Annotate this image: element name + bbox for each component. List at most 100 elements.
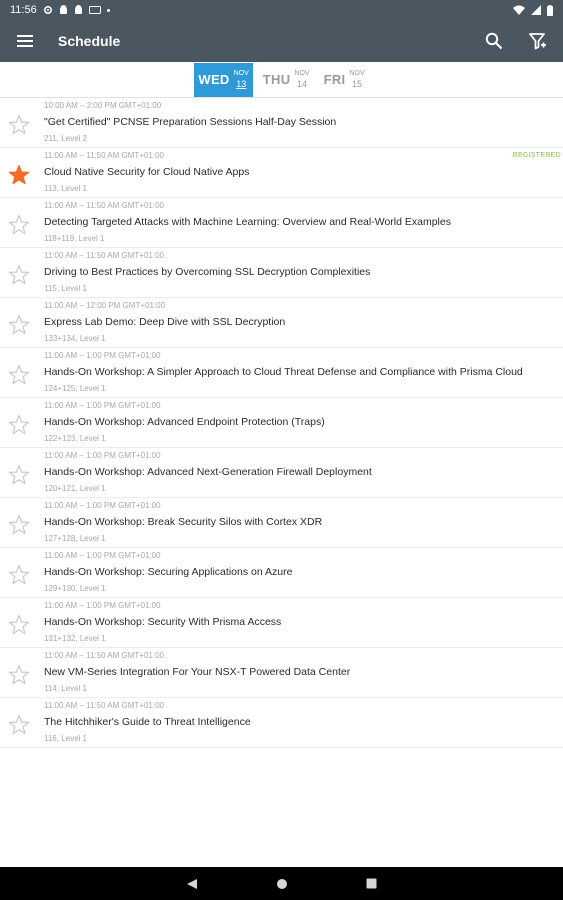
session-row[interactable]: 11:00 AM – 11:50 AM GMT+01:00 The Hitchhi… xyxy=(0,698,563,748)
session-row[interactable]: 11:00 AM – 1:00 PM GMT+01:00 Hands-On Wor… xyxy=(0,398,563,448)
session-title: Driving to Best Practices by Overcoming … xyxy=(44,266,371,278)
session-room: 122+123, Level 1 xyxy=(44,434,106,443)
session-row[interactable]: 10:00 AM – 2:00 PM GMT+01:00 "Get Certifi… xyxy=(0,98,563,148)
day-number: 15 xyxy=(352,79,363,89)
session-room: 124+125, Level 1 xyxy=(44,384,106,393)
battery-icon xyxy=(547,4,553,16)
star-outline-icon[interactable] xyxy=(8,564,30,586)
home-icon[interactable] xyxy=(276,878,288,890)
search-button[interactable] xyxy=(479,26,509,56)
session-title: Hands-On Workshop: A Simpler Approach to… xyxy=(44,366,523,378)
filter-icon xyxy=(529,33,546,50)
session-time: 11:00 AM – 1:00 PM GMT+01:00 xyxy=(44,601,161,610)
star-outline-icon[interactable] xyxy=(8,514,30,536)
session-time: 11:00 AM – 11:50 AM GMT+01:00 xyxy=(44,701,164,710)
session-title: Hands-On Workshop: Securing Applications… xyxy=(44,566,293,578)
navigation-bar xyxy=(0,867,563,900)
session-title: Hands-On Workshop: Security With Prisma … xyxy=(44,616,282,628)
session-room: 120+121, Level 1 xyxy=(44,484,106,493)
star-outline-icon[interactable] xyxy=(8,714,30,736)
android-icon xyxy=(59,5,67,14)
session-row[interactable]: 11:00 AM – 1:00 PM GMT+01:00 Hands-On Wor… xyxy=(0,498,563,548)
session-row[interactable]: 11:00 AM – 11:50 AM GMT+01:00 Driving to … xyxy=(0,248,563,298)
day-number: 14 xyxy=(297,79,308,89)
dot-icon xyxy=(106,8,110,12)
app-bar: Schedule xyxy=(0,20,563,62)
session-room: 118+119, Level 1 xyxy=(44,234,105,243)
session-title: New VM-Series Integration For Your NSX-T… xyxy=(44,666,351,678)
session-row[interactable]: 11:00 AM – 11:50 AM GMT+01:00 Cloud Nativ… xyxy=(0,148,563,198)
session-room: 129+130, Level 1 xyxy=(44,584,106,593)
session-time: 11:00 AM – 1:00 PM GMT+01:00 xyxy=(44,351,161,360)
session-time: 11:00 AM – 1:00 PM GMT+01:00 xyxy=(44,401,161,410)
search-icon xyxy=(485,32,503,50)
session-row[interactable]: 11:00 AM – 11:50 AM GMT+01:00 Detecting T… xyxy=(0,198,563,248)
session-title: Cloud Native Security for Cloud Native A… xyxy=(44,166,250,178)
session-room: 116, Level 1 xyxy=(44,734,87,743)
page-title: Schedule xyxy=(58,33,121,49)
session-time: 11:00 AM – 11:50 AM GMT+01:00 xyxy=(44,651,164,660)
recents-icon[interactable] xyxy=(366,878,377,889)
session-row[interactable]: 11:00 AM – 1:00 PM GMT+01:00 Hands-On Wor… xyxy=(0,448,563,498)
day-name: THU xyxy=(262,72,291,87)
menu-button[interactable] xyxy=(10,26,40,56)
day-name: WED xyxy=(198,72,230,87)
session-room: 131+132, Level 1 xyxy=(44,634,106,643)
status-bar: 11:56 xyxy=(0,0,563,20)
star-outline-icon[interactable] xyxy=(8,414,30,436)
signal-icon xyxy=(531,5,541,15)
session-room: 115, Level 1 xyxy=(44,284,87,293)
session-time: 11:00 AM – 1:00 PM GMT+01:00 xyxy=(44,451,161,460)
star-outline-icon[interactable] xyxy=(8,464,30,486)
session-title: Express Lab Demo: Deep Dive with SSL Dec… xyxy=(44,316,286,328)
status-time: 11:56 xyxy=(10,4,37,16)
session-row[interactable]: 11:00 AM – 11:50 AM GMT+01:00 New VM-Seri… xyxy=(0,648,563,698)
session-title: The Hitchhiker's Guide to Threat Intelli… xyxy=(44,716,251,728)
star-outline-icon[interactable] xyxy=(8,314,30,336)
android-icon xyxy=(74,5,82,14)
menu-icon xyxy=(17,35,33,47)
star-outline-icon[interactable] xyxy=(8,114,30,136)
session-row[interactable]: 11:00 AM – 12:00 PM GMT+01:00 Express Lab… xyxy=(0,298,563,348)
star-outline-icon[interactable] xyxy=(8,614,30,636)
session-room: 133+134, Level 1 xyxy=(44,334,106,343)
star-outline-icon[interactable] xyxy=(8,264,30,286)
session-time: 10:00 AM – 2:00 PM GMT+01:00 xyxy=(44,101,162,110)
status-bar-left: 11:56 xyxy=(10,4,110,16)
star-filled-icon[interactable] xyxy=(8,164,30,186)
day-number: 13 xyxy=(236,79,247,89)
tab-day-thu[interactable]: THU NOV 14 xyxy=(259,63,314,97)
session-room: 127+128, Level 1 xyxy=(44,534,106,543)
registered-badge: REGISTERED xyxy=(512,152,561,159)
session-title: Hands-On Workshop: Advanced Next-Generat… xyxy=(44,466,372,478)
session-list: 10:00 AM – 2:00 PM GMT+01:00 "Get Certifi… xyxy=(0,98,563,748)
star-outline-icon[interactable] xyxy=(8,214,30,236)
session-row[interactable]: 11:00 AM – 1:00 PM GMT+01:00 Hands-On Wor… xyxy=(0,598,563,648)
session-row[interactable]: 11:00 AM – 1:00 PM GMT+01:00 Hands-On Wor… xyxy=(0,348,563,398)
status-bar-right xyxy=(513,4,553,16)
session-time: 11:00 AM – 11:50 AM GMT+01:00 xyxy=(44,251,164,260)
settings-icon xyxy=(43,5,52,15)
day-date: NOV 13 xyxy=(234,70,249,89)
nfc-icon xyxy=(88,6,101,14)
session-row[interactable]: 11:00 AM – 1:00 PM GMT+01:00 Hands-On Wor… xyxy=(0,548,563,598)
session-title: Detecting Targeted Attacks with Machine … xyxy=(44,216,451,228)
star-outline-icon[interactable] xyxy=(8,664,30,686)
session-room: 211, Level 2 xyxy=(44,134,87,143)
session-time: 11:00 AM – 11:50 AM GMT+01:00 xyxy=(44,151,164,160)
back-icon[interactable] xyxy=(186,878,198,890)
star-outline-icon[interactable] xyxy=(8,364,30,386)
session-title: "Get Certified" PCNSE Preparation Sessio… xyxy=(44,116,337,128)
session-time: 11:00 AM – 1:00 PM GMT+01:00 xyxy=(44,501,161,510)
session-time: 11:00 AM – 12:00 PM GMT+01:00 xyxy=(44,301,166,310)
day-date: NOV 15 xyxy=(349,70,364,89)
filter-button[interactable] xyxy=(523,26,553,56)
day-month: NOV xyxy=(233,70,249,77)
day-tabs: WED NOV 13 THU NOV 14 FRI NOV 15 xyxy=(0,62,563,98)
tab-day-wed[interactable]: WED NOV 13 xyxy=(194,62,253,97)
session-title: Hands-On Workshop: Break Security Silos … xyxy=(44,516,323,528)
wifi-icon xyxy=(513,5,525,15)
session-title: Hands-On Workshop: Advanced Endpoint Pro… xyxy=(44,416,325,428)
tab-day-fri[interactable]: FRI NOV 15 xyxy=(320,63,369,97)
day-month: NOV xyxy=(349,70,365,77)
